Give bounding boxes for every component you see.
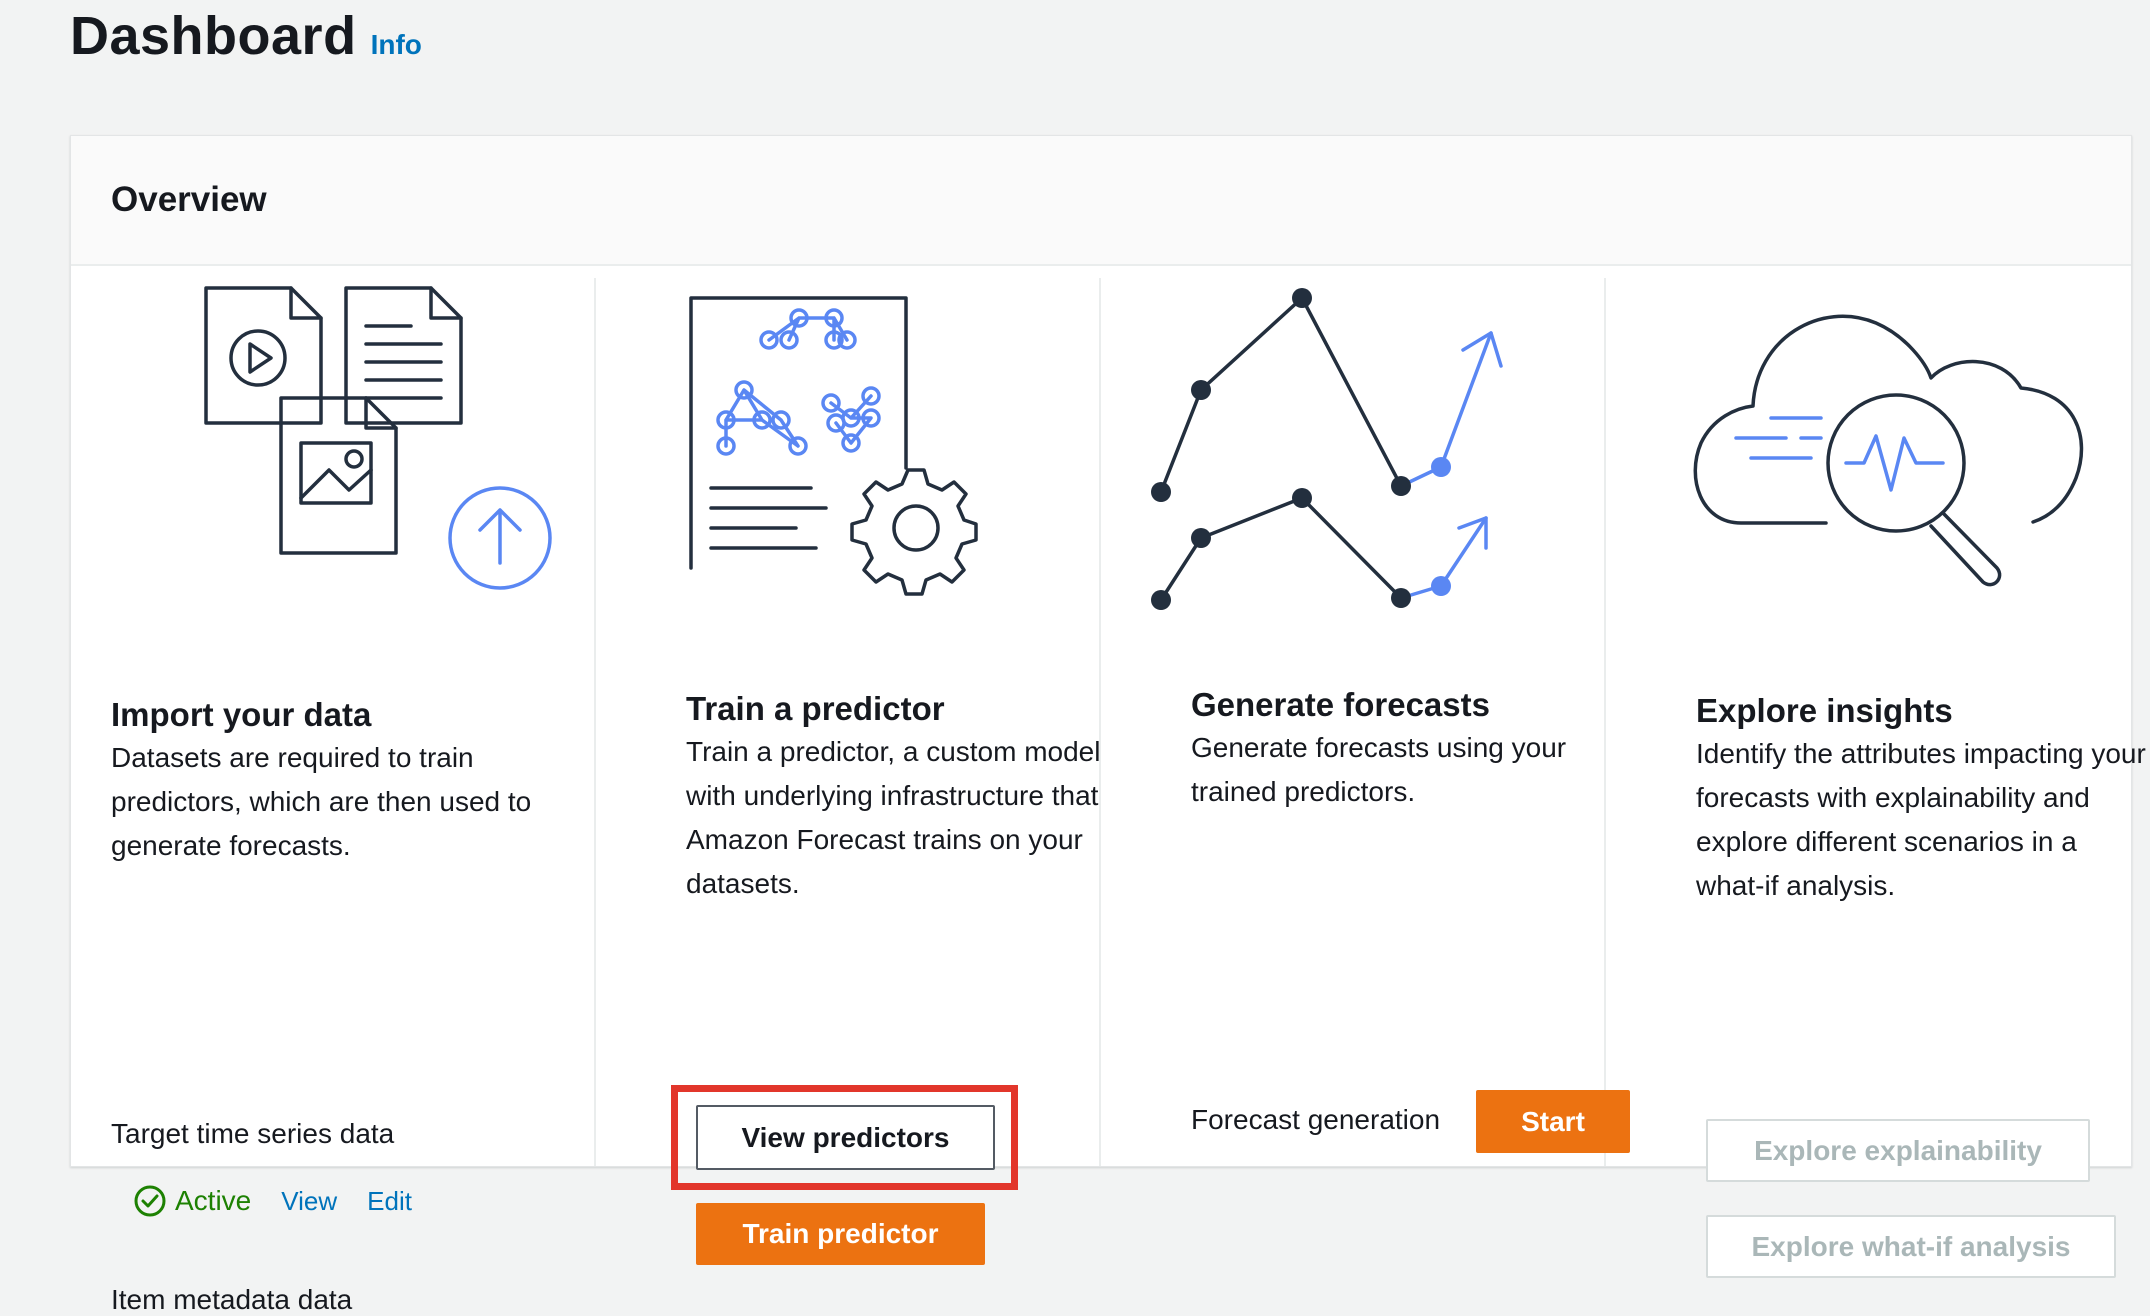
overview-header: Overview bbox=[71, 136, 2131, 266]
step-title: Import your data bbox=[111, 696, 372, 733]
next-dataset-label: Item metadata data bbox=[111, 1284, 353, 1315]
step-description: Generate forecasts using your trained pr… bbox=[1191, 732, 1567, 807]
info-link[interactable]: Info bbox=[371, 29, 422, 61]
overview-title: Overview bbox=[111, 180, 267, 219]
page-title: Dashboard bbox=[70, 6, 357, 66]
overview-card: Overview Import your data Datasets are r… bbox=[70, 135, 2146, 1315]
explore-explainability-button[interactable]: Explore explainability bbox=[1706, 1119, 2090, 1182]
explore-whatif-button[interactable]: Explore what-if analysis bbox=[1706, 1215, 2116, 1278]
dataset-label: Target time series data bbox=[111, 1118, 395, 1149]
forecast-chart-icon bbox=[1141, 278, 1561, 638]
explore-insights-column: Explore insights Identify the attributes… bbox=[1606, 278, 2146, 1278]
documents-upload-icon bbox=[171, 278, 591, 638]
train-predictor-column: Train a predictor Train a predictor, a c… bbox=[596, 278, 1100, 1265]
view-dataset-link[interactable]: View bbox=[281, 1186, 337, 1217]
step-description: Datasets are required to train predictor… bbox=[111, 742, 532, 861]
train-predictor-button[interactable]: Train predictor bbox=[696, 1203, 985, 1265]
step-title: Train a predictor bbox=[686, 690, 945, 727]
step-title: Explore insights bbox=[1696, 692, 1953, 729]
cloud-magnifier-icon bbox=[1681, 278, 2101, 638]
page-header: Dashboard Info bbox=[70, 0, 422, 72]
check-circle-icon bbox=[134, 1185, 166, 1217]
edit-dataset-link[interactable]: Edit bbox=[367, 1186, 412, 1217]
model-gear-icon bbox=[676, 278, 1096, 638]
forecast-generation-label: Forecast generation bbox=[1191, 1104, 1441, 1135]
step-description: Train a predictor, a custom model with u… bbox=[686, 736, 1101, 899]
status-badge: Active bbox=[133, 1184, 251, 1218]
import-data-column: Import your data Datasets are required t… bbox=[71, 278, 594, 1315]
step-description: Identify the attributes impacting your f… bbox=[1696, 738, 2146, 901]
view-predictors-button[interactable]: View predictors bbox=[696, 1105, 995, 1170]
status-text: Active bbox=[175, 1185, 252, 1216]
generate-forecasts-column: Generate forecasts Generate forecasts us… bbox=[1101, 278, 1630, 1166]
dataset-status-row: Active View Edit bbox=[133, 1184, 412, 1218]
step-title: Generate forecasts bbox=[1191, 686, 1490, 723]
